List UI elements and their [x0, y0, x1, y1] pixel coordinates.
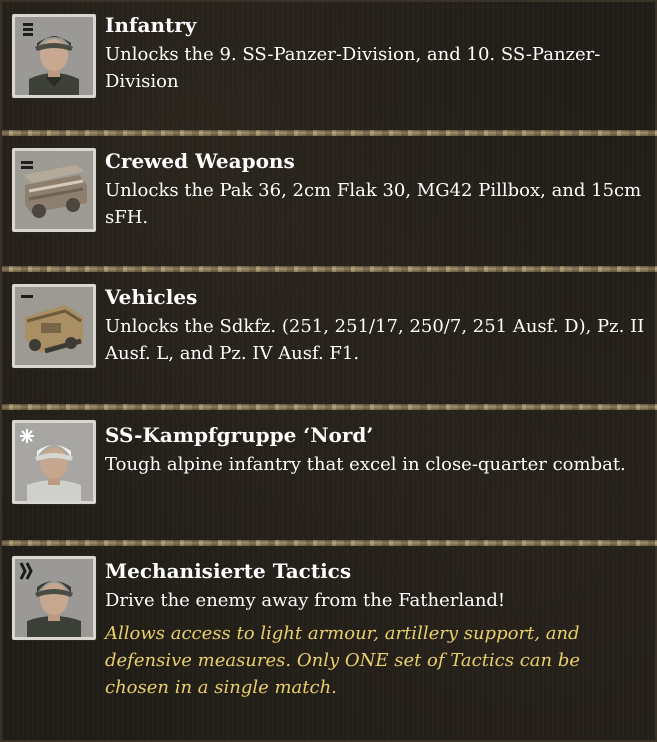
unit-description: Tough alpine infantry that excel in clos…	[105, 454, 626, 475]
unit-title: Infantry	[105, 13, 197, 37]
unit-description: Unlocks the 9. SS-Panzer-Division, and 1…	[105, 44, 601, 92]
unit-description: Unlocks the Sdkfz. (251, 251/17, 250/7, …	[105, 316, 645, 364]
unit-title: SS-Kampfgruppe ‘Nord’	[105, 423, 374, 447]
unlock-row-infantry: Infantry Unlocks the 9. SS-Panzer-Divisi…	[2, 2, 657, 130]
halftrack-vehicle-icon	[12, 284, 96, 368]
unit-description: Drive the enemy away from the Fatherland…	[105, 590, 506, 611]
tactics-restriction-note: Allows access to light armour, artillery…	[105, 623, 581, 698]
unlock-row-mechanisierte-tactics: Mechanisierte Tactics Drive the enemy aw…	[2, 546, 657, 742]
mechanized-tactics-soldier-icon	[12, 556, 96, 640]
unit-description: Unlocks the Pak 36, 2cm Flak 30, MG42 Pi…	[105, 180, 642, 228]
unlock-row-vehicles: Vehicles Unlocks the Sdkfz. (251, 251/17…	[2, 272, 657, 404]
unlock-row-kampfgruppe-nord: SS-Kampfgruppe ‘Nord’ Tough alpine infan…	[2, 410, 657, 540]
unit-title: Mechanisierte Tactics	[105, 559, 352, 583]
unit-title: Crewed Weapons	[105, 149, 295, 173]
doctrine-unlocks-panel: Infantry Unlocks the 9. SS-Panzer-Divisi…	[0, 0, 657, 742]
crewed-weapons-icon	[12, 148, 96, 232]
unlock-row-crewed-weapons: Crewed Weapons Unlocks the Pak 36, 2cm F…	[2, 136, 657, 266]
infantry-soldier-portrait-icon	[12, 14, 96, 98]
unit-title: Vehicles	[105, 285, 198, 309]
alpine-soldier-portrait-icon	[12, 420, 96, 504]
